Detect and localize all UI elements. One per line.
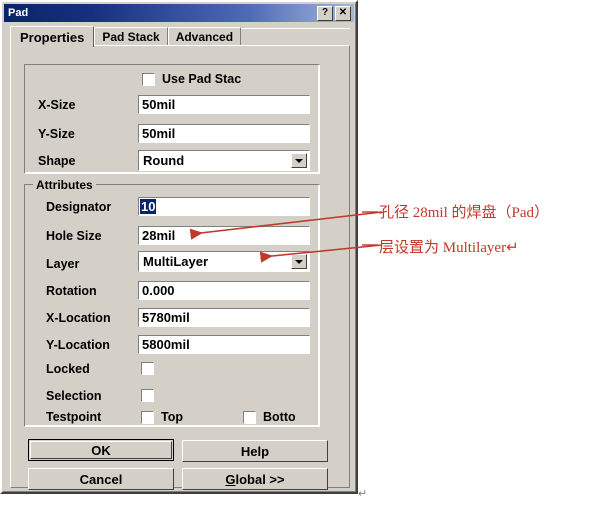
hole-size-label: Hole Size: [46, 229, 102, 243]
testpoint-top-checkbox[interactable]: [141, 410, 154, 424]
titlebar-buttons: ? ✕: [317, 5, 354, 21]
shape-combobox[interactable]: Round: [138, 150, 310, 171]
tab-strip: Properties Pad Stack Advanced: [10, 26, 350, 47]
rotation-label-wrap: Rotation: [46, 284, 97, 298]
testpoint-top-row[interactable]: Top: [141, 410, 183, 424]
x-size-input[interactable]: 50mil: [137, 94, 311, 115]
x-location-label-wrap: X-Location: [46, 311, 111, 325]
layer-combobox[interactable]: MultiLayer: [138, 251, 310, 272]
annotation-text-hole-size: 孔径 28mil 的焊盘（Pad）: [379, 205, 550, 221]
locked-label: Locked: [46, 362, 90, 376]
layer-value: MultiLayer: [143, 254, 209, 269]
y-location-input[interactable]: 5800mil: [137, 334, 311, 355]
hole-size-label-wrap: Hole Size: [46, 229, 102, 243]
testpoint-top-label: Top: [161, 410, 183, 424]
shape-label-wrap: Shape: [38, 154, 76, 168]
tab-filler: [241, 28, 350, 46]
tab-properties[interactable]: Properties: [10, 26, 95, 47]
testpoint-label: Testpoint: [46, 410, 102, 424]
cancel-button-label: Cancel: [79, 471, 123, 487]
testpoint-label-wrap: Testpoint: [46, 410, 101, 424]
designator-label-wrap: Designator: [46, 200, 111, 214]
locked-row[interactable]: Locked: [46, 362, 90, 376]
designator-value: 10: [140, 199, 157, 214]
annotation-text-layer: 层设置为 Multilayer↵: [379, 240, 519, 256]
y-size-label-wrap: Y-Size: [38, 127, 75, 141]
resize-handle-mark: ↵: [358, 488, 368, 500]
y-location-label-wrap: Y-Location: [46, 338, 110, 352]
help-button[interactable]: Help: [182, 440, 328, 462]
testpoint-bottom-label: Botto: [263, 410, 296, 424]
use-pad-stack-label: Use Pad Stac: [162, 72, 242, 86]
layer-label-wrap: Layer: [46, 257, 79, 271]
locked-checkbox[interactable]: [141, 362, 154, 375]
designator-input[interactable]: 10: [137, 196, 311, 217]
pad-dialog: Pad ? ✕ Properties Pad Stack Advanced Us…: [0, 0, 358, 494]
shape-label: Shape: [38, 154, 76, 168]
global-button-label: Global >>: [225, 471, 285, 487]
attributes-group-title: Attributes: [33, 178, 96, 192]
help-icon[interactable]: ?: [317, 5, 333, 21]
window-title: Pad: [8, 7, 29, 19]
shape-value: Round: [143, 153, 185, 168]
selection-checkbox[interactable]: [141, 389, 154, 402]
tab-pad-stack[interactable]: Pad Stack: [94, 27, 168, 46]
testpoint-bottom-checkbox[interactable]: [243, 410, 256, 424]
use-pad-stack-row[interactable]: Use Pad Stac: [142, 72, 241, 86]
help-button-label: Help: [240, 443, 270, 459]
y-location-label: Y-Location: [46, 338, 110, 352]
close-icon[interactable]: ✕: [335, 5, 351, 21]
designator-label: Designator: [46, 200, 112, 214]
titlebar[interactable]: Pad ? ✕: [4, 4, 354, 22]
ok-button[interactable]: OK: [28, 439, 174, 461]
global-button[interactable]: Global >>: [182, 468, 328, 490]
cancel-button[interactable]: Cancel: [28, 468, 174, 490]
y-size-label: Y-Size: [38, 127, 75, 141]
ok-button-label: OK: [91, 442, 111, 458]
x-size-label-wrap: X-Size: [38, 98, 76, 112]
y-size-input[interactable]: 50mil: [137, 123, 311, 144]
selection-label: Selection: [46, 389, 102, 403]
use-pad-stack-checkbox[interactable]: [142, 72, 155, 86]
x-location-label: X-Location: [46, 311, 111, 325]
selection-row[interactable]: Selection: [46, 389, 102, 403]
tab-advanced[interactable]: Advanced: [167, 27, 242, 46]
x-location-input[interactable]: 5780mil: [137, 307, 311, 328]
hole-size-input[interactable]: 28mil: [137, 225, 311, 246]
testpoint-bottom-row[interactable]: Botto: [243, 410, 296, 424]
rotation-input[interactable]: 0.000: [137, 280, 311, 301]
x-size-label: X-Size: [38, 98, 76, 112]
chevron-down-icon[interactable]: [291, 254, 307, 269]
layer-label: Layer: [46, 257, 80, 271]
chevron-down-icon[interactable]: [291, 153, 307, 168]
rotation-label: Rotation: [46, 284, 97, 298]
